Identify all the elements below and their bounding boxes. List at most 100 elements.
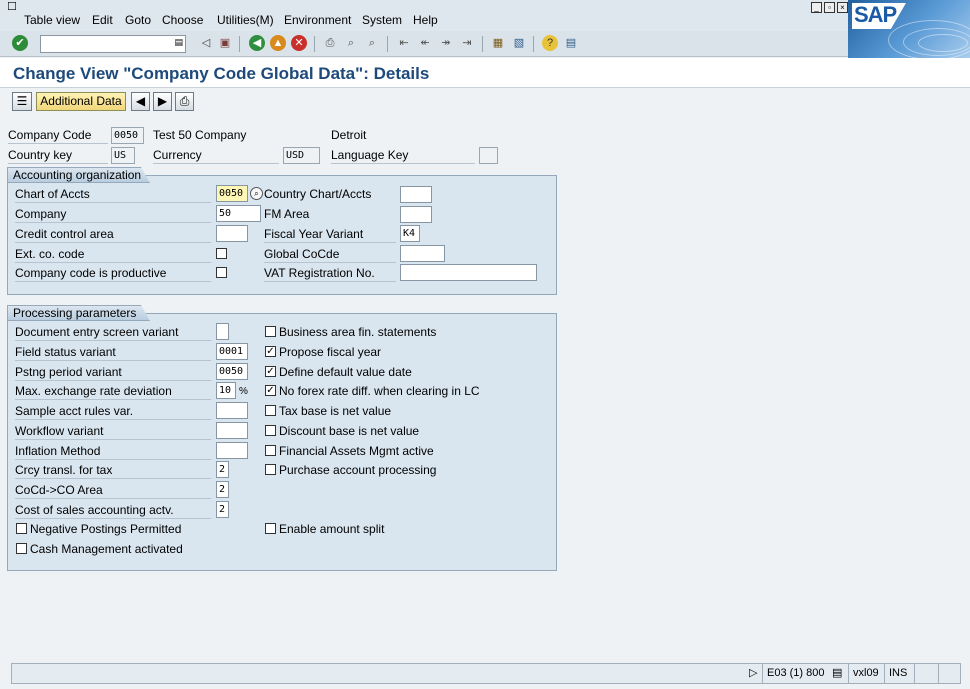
doc-entry-variant-field[interactable]: [216, 323, 229, 340]
chart-of-accts-label: Chart of Accts: [15, 186, 211, 203]
overview-icon[interactable]: ☰: [12, 92, 32, 111]
search-help-icon[interactable]: ⌕: [250, 187, 263, 200]
country-chart-label: Country Chart/Accts: [264, 187, 372, 201]
amount-split-checkbox[interactable]: [265, 523, 276, 534]
window-controls: _ ▫ ×: [809, 1, 848, 13]
vat-registration-label: VAT Registration No.: [264, 265, 396, 282]
cocd-co-area-label: CoCd->CO Area: [15, 482, 211, 499]
tax-base-net-checkbox[interactable]: [265, 405, 276, 416]
status-resize-grip[interactable]: [938, 664, 960, 683]
system-info-icon[interactable]: ▤: [832, 666, 842, 679]
negative-postings-checkbox[interactable]: [16, 523, 27, 534]
next-entry-icon[interactable]: ▶: [153, 92, 172, 111]
page-title: Change View "Company Code Global Data": …: [13, 64, 430, 83]
fm-area-field[interactable]: [400, 206, 432, 223]
field-status-variant-label: Field status variant: [15, 344, 211, 361]
cost-of-sales-field[interactable]: 2: [216, 501, 229, 518]
application-toolbar: ☰ Additional Data ◀ ▶ ⎙: [0, 89, 970, 115]
last-page-icon[interactable]: ⇥: [459, 35, 475, 51]
enter-icon[interactable]: ✔: [12, 35, 28, 51]
cash-management-checkbox[interactable]: [16, 543, 27, 554]
create-session-icon[interactable]: ▦: [490, 35, 506, 51]
chart-of-accts-field[interactable]: 0050: [216, 185, 248, 202]
prev-page-icon[interactable]: ↞: [417, 35, 433, 51]
shortcut-icon[interactable]: ▧: [511, 35, 527, 51]
currency-field: USD: [283, 147, 320, 164]
print-entry-icon[interactable]: ⎙: [175, 92, 194, 111]
ext-co-code-checkbox[interactable]: [216, 248, 227, 259]
restore-icon[interactable]: ▫: [824, 2, 835, 13]
sample-acct-rules-label: Sample acct rules var.: [15, 403, 211, 420]
system-menu-icon[interactable]: ☐: [7, 1, 21, 13]
accounting-organization-title: Accounting organization: [7, 167, 150, 183]
command-field[interactable]: ▤: [40, 35, 186, 53]
menu-table-view[interactable]: Table view: [24, 13, 80, 27]
purchase-account-checkbox[interactable]: [265, 464, 276, 475]
additional-data-button[interactable]: Additional Data: [36, 92, 126, 111]
back-triangle-icon[interactable]: ◁: [198, 35, 214, 51]
discount-base-net-label: Discount base is net value: [279, 424, 420, 438]
help-icon[interactable]: ?: [542, 35, 558, 51]
sample-acct-rules-field[interactable]: [216, 402, 248, 419]
crcy-transl-tax-label: Crcy transl. for tax: [15, 462, 211, 479]
crcy-transl-tax-field[interactable]: 2: [216, 461, 229, 478]
sap-logo: SAP: [848, 0, 970, 58]
credit-control-area-label: Credit control area: [15, 226, 211, 243]
fm-area-label: FM Area: [264, 207, 310, 221]
exit-icon[interactable]: ▲: [270, 35, 286, 51]
global-cocde-field[interactable]: [400, 245, 445, 262]
no-forex-diff-checkbox[interactable]: ✓: [265, 385, 276, 396]
layout-menu-icon[interactable]: ▤: [563, 35, 579, 51]
back-nav-icon[interactable]: ◀: [249, 35, 265, 51]
business-area-checkbox[interactable]: [265, 326, 276, 337]
find-next-icon[interactable]: ⌕: [364, 35, 380, 51]
amount-split-label: Enable amount split: [279, 522, 385, 536]
productive-checkbox[interactable]: [216, 267, 227, 278]
standard-toolbar: ✔ ▤ ◁ ▣ ◀ ▲ ✕ ⎙ ⌕ ⌕ ⇤ ↞ ↠ ⇥ ▦ ▧ ? ▤: [0, 31, 848, 57]
close-icon[interactable]: ×: [837, 2, 848, 13]
country-chart-field[interactable]: [400, 186, 432, 203]
ext-co-code-label: Ext. co. code: [15, 246, 211, 263]
propose-fiscal-year-checkbox[interactable]: ✓: [265, 346, 276, 357]
company-field[interactable]: 50: [216, 205, 261, 222]
minimize-icon[interactable]: _: [811, 2, 822, 13]
productive-label: Company code is productive: [15, 265, 211, 282]
vat-registration-field[interactable]: [400, 264, 537, 281]
country-key-label: Country key: [8, 147, 108, 164]
previous-entry-icon[interactable]: ◀: [131, 92, 150, 111]
save-icon[interactable]: ▣: [217, 35, 233, 51]
discount-base-net-checkbox[interactable]: [265, 425, 276, 436]
print-icon[interactable]: ⎙: [322, 35, 338, 51]
negative-postings-label: Negative Postings Permitted: [30, 522, 182, 536]
financial-assets-checkbox[interactable]: [265, 445, 276, 456]
tax-base-net-label: Tax base is net value: [279, 404, 392, 418]
status-expand-icon[interactable]: ▷: [749, 666, 757, 679]
menu-environment[interactable]: Environment: [284, 13, 351, 27]
find-icon[interactable]: ⌕: [343, 35, 359, 51]
command-history-icon[interactable]: ▤: [174, 37, 183, 48]
company-code-field: 0050: [111, 127, 144, 144]
posting-period-variant-field[interactable]: 0050: [216, 363, 248, 380]
max-exchange-rate-field[interactable]: 10: [216, 382, 236, 399]
first-page-icon[interactable]: ⇤: [396, 35, 412, 51]
company-code-label: Company Code: [8, 127, 108, 144]
inflation-method-field[interactable]: [216, 442, 248, 459]
cancel-icon[interactable]: ✕: [291, 35, 307, 51]
default-value-date-checkbox[interactable]: ✓: [265, 366, 276, 377]
menu-edit[interactable]: Edit: [92, 13, 113, 27]
fiscal-year-variant-label: Fiscal Year Variant: [264, 226, 396, 243]
next-page-icon[interactable]: ↠: [438, 35, 454, 51]
menu-choose[interactable]: Choose: [162, 13, 203, 27]
workflow-variant-field[interactable]: [216, 422, 248, 439]
sap-logo-text: SAP: [854, 2, 897, 27]
field-status-variant-field[interactable]: 0001: [216, 343, 248, 360]
cocd-co-area-field[interactable]: 2: [216, 481, 229, 498]
menu-utilities[interactable]: Utilities(M): [217, 13, 274, 27]
fiscal-year-variant-field[interactable]: K4: [400, 225, 420, 242]
menu-system[interactable]: System: [362, 13, 402, 27]
menu-help[interactable]: Help: [413, 13, 438, 27]
credit-control-area-field[interactable]: [216, 225, 248, 242]
company-city: Detroit: [331, 128, 367, 142]
menu-goto[interactable]: Goto: [125, 13, 151, 27]
system-info: E03 (1) 800: [762, 664, 838, 683]
